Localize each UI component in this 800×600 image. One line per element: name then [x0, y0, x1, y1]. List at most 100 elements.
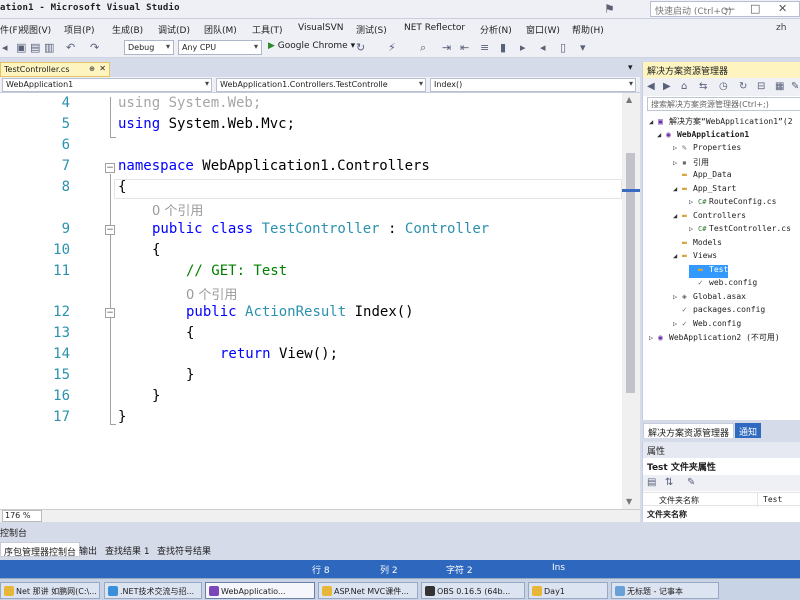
menu-build[interactable]: 生成(B) [112, 23, 143, 36]
editor-vertical-scrollbar[interactable]: ▲ ▼ [622, 93, 640, 509]
new-file-icon[interactable]: ▣ [16, 41, 26, 54]
solution-search-input[interactable]: 搜索解决方案资源管理器(Ctrl+;) [647, 97, 800, 111]
sync-icon[interactable]: ⇆ [699, 81, 707, 92]
class-dropdown[interactable]: WebApplication1.Controllers.TestControll… [216, 78, 426, 92]
expand-arrow-icon[interactable]: ◢ [673, 212, 682, 220]
expand-arrow-icon[interactable]: ▷ [689, 198, 698, 206]
expand-arrow-icon[interactable]: ▷ [689, 225, 698, 233]
taskbar-item[interactable]: 无标题 - 记事本 [611, 582, 719, 599]
home-icon[interactable]: ⌂ [681, 81, 687, 92]
outdent-icon[interactable]: ⇤ [460, 41, 469, 54]
zoom-select[interactable]: 176 % [2, 510, 42, 522]
tree-node[interactable]: ▷ ▪ 引用 [673, 157, 709, 170]
expand-arrow-icon[interactable]: ▷ [673, 144, 682, 152]
indent-icon[interactable]: ⇥ [442, 41, 451, 54]
refresh-icon[interactable]: ↻ [356, 41, 365, 54]
property-pages-icon[interactable]: ✎ [687, 477, 695, 488]
tab-list-dropdown-icon[interactable]: ▾ [628, 63, 633, 73]
menu-visualsvn[interactable]: VisualSVN [298, 23, 343, 33]
tree-node[interactable]: ▷ ◉ WebApplication2 (不可用) [649, 332, 780, 345]
next-bookmark-icon[interactable]: ▸ [520, 41, 526, 54]
tree-node[interactable]: ▷ ✎ Properties [673, 143, 741, 156]
property-value[interactable]: Test [763, 495, 782, 504]
menu-project[interactable]: 项目(P) [64, 23, 94, 36]
save-icon[interactable]: ▤ [30, 41, 40, 54]
taskbar-item[interactable]: WebApplicatio... [205, 582, 315, 599]
taskbar-item[interactable]: ASP.Net MVC课件... [318, 582, 418, 599]
tree-node[interactable]: ▬ Test [689, 264, 729, 278]
prev-bookmark-icon[interactable]: ◂ [540, 41, 546, 54]
expand-arrow-icon[interactable]: ▷ [649, 334, 658, 342]
menu-team[interactable]: 团队(M) [204, 23, 237, 36]
config-select[interactable]: Debug [124, 40, 174, 55]
menu-view[interactable]: 视图(V) [20, 23, 51, 36]
redo-icon[interactable]: ↷ [90, 41, 99, 54]
menu-analyze[interactable]: 分析(N) [480, 23, 512, 36]
tree-node[interactable]: ▷ C# TestController.cs [689, 224, 791, 237]
close-icon[interactable]: ✕ [99, 64, 106, 73]
scroll-down-icon[interactable]: ▼ [626, 497, 632, 506]
code-editor[interactable]: − − − 4 using System.Web; 5 using System.We… [0, 93, 622, 509]
taskbar-item[interactable]: Net 那讲 如鹏网(C:\... [0, 582, 100, 599]
comment-icon[interactable]: ≡ [480, 41, 489, 54]
bookmark-icon[interactable]: ▮ [500, 41, 506, 54]
expand-arrow-icon[interactable]: ▷ [673, 293, 682, 301]
tab-find-symbol-results[interactable]: 查找符号结果 [154, 542, 214, 557]
project-dropdown[interactable]: WebApplication1 [2, 78, 212, 92]
expand-arrow-icon[interactable]: ▷ [673, 320, 682, 328]
back-icon[interactable]: ◀ [647, 81, 655, 92]
tree-node[interactable]: ◢ ◉ WebApplication1 [657, 130, 749, 143]
tab-output[interactable]: 输出 [76, 542, 100, 557]
scroll-up-icon[interactable]: ▲ [626, 95, 632, 104]
categorized-icon[interactable]: ▤ [647, 477, 656, 488]
expand-arrow-icon[interactable]: ◢ [673, 185, 682, 193]
tree-node[interactable]: ▷ ◈ Global.asax [673, 292, 746, 305]
tree-node[interactable]: ◢ ▬ Controllers [673, 211, 746, 224]
tab-notifications[interactable]: 通知 [735, 423, 762, 438]
taskbar-item[interactable]: OBS 0.16.5 (64b... [421, 582, 525, 599]
tab-package-manager-console[interactable]: 序包管理器控制台 [0, 542, 81, 558]
member-dropdown[interactable]: Index() [430, 78, 636, 92]
menu-tools[interactable]: 工具(T) [252, 23, 283, 36]
menu-window[interactable]: 窗口(W) [526, 23, 560, 36]
collapse-all-icon[interactable]: ⊟ [757, 81, 765, 92]
find-icon[interactable]: ⌕ [420, 41, 426, 55]
fold-method-icon[interactable]: − [105, 308, 115, 318]
tree-node[interactable]: ◢ ▬ App_Start [673, 184, 736, 197]
expand-arrow-icon[interactable]: ◢ [673, 252, 682, 260]
tree-node[interactable]: ✓ web.config [689, 278, 757, 291]
codelens-references[interactable]: 0 个引用 [152, 200, 203, 219]
back-icon[interactable]: ◂ [2, 41, 8, 54]
tab-solution-explorer[interactable]: 解决方案资源管理器 [643, 423, 735, 439]
clear-bookmarks-icon[interactable]: ▯ [560, 41, 566, 54]
properties-icon[interactable]: ✎ [791, 81, 799, 92]
fold-class-icon[interactable]: − [105, 225, 115, 235]
tree-node[interactable]: ◢ ▬ Views [673, 251, 717, 264]
forward-icon[interactable]: ▶ [663, 81, 671, 92]
menu-test[interactable]: 测试(S) [356, 23, 387, 36]
show-all-files-icon[interactable]: ▦ [775, 81, 784, 92]
save-all-icon[interactable]: ▥ [44, 41, 54, 54]
codelens-references[interactable]: 0 个引用 [186, 284, 237, 303]
menu-debug[interactable]: 调试(D) [158, 23, 190, 36]
undo-icon[interactable]: ↶ [66, 41, 75, 54]
toolbar-more-icon[interactable]: ▾ [580, 41, 586, 54]
menu-help[interactable]: 帮助(H) [572, 23, 604, 36]
user-name[interactable]: zh [776, 23, 786, 33]
tree-node[interactable]: ▷ ✓ Web.config [673, 319, 741, 332]
maximize-icon[interactable]: □ [750, 2, 760, 15]
tree-node[interactable]: ◢ ▣ 解决方案“WebApplication1”(2 [649, 116, 793, 129]
pending-changes-icon[interactable]: ◷ [719, 81, 728, 92]
menu-file[interactable]: 件(F) [0, 23, 21, 36]
alphabetical-icon[interactable]: ⇅ [665, 477, 673, 488]
expand-arrow-icon[interactable]: ◢ [657, 131, 666, 139]
refresh-icon[interactable]: ↻ [739, 81, 747, 92]
quick-launch-icon[interactable]: ⚑ [604, 2, 615, 16]
browser-link-icon[interactable]: ⚡ [388, 41, 396, 54]
taskbar-item[interactable]: .NET技术交流与招... [104, 582, 202, 599]
tab-test-controller[interactable]: TestController.cs ⊕ ✕ [0, 62, 110, 77]
tree-node[interactable]: ▬ Models [673, 238, 722, 251]
expand-arrow-icon[interactable]: ◢ [649, 118, 658, 126]
platform-select[interactable]: Any CPU [178, 40, 262, 55]
tree-node[interactable]: ▷ C# RouteConfig.cs [689, 197, 776, 210]
